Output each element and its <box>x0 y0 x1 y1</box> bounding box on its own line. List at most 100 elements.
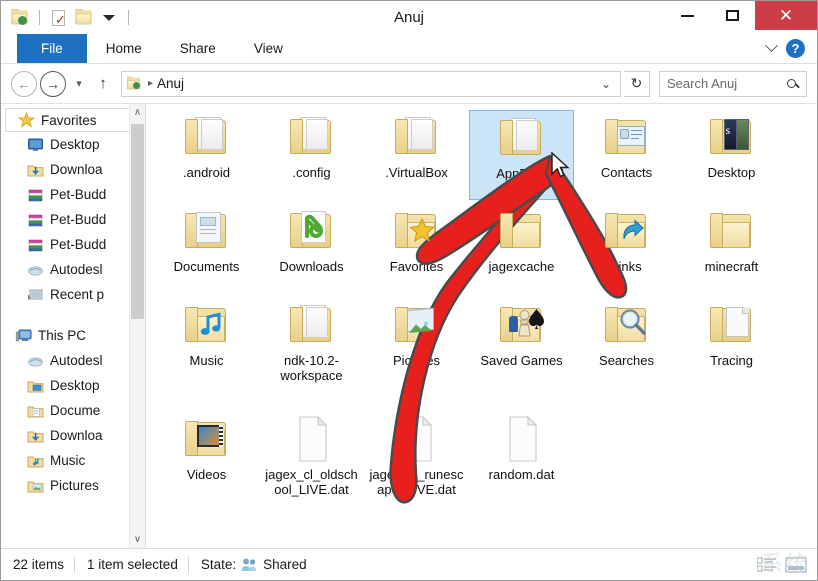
pictures-folder-icon <box>27 478 44 494</box>
file-item-label: jagex_cl_runescape_LIVE.dat <box>369 467 464 497</box>
file-item-config[interactable]: .config <box>259 110 364 200</box>
sidebar-item-downloads-pc[interactable]: Downloa <box>1 423 145 448</box>
file-item-jagex-oldschool-dat[interactable]: jagex_cl_oldschool_LIVE.dat <box>259 412 364 522</box>
sidebar-item-music[interactable]: Music <box>1 448 145 473</box>
file-item-favorites[interactable]: Favorites <box>364 204 469 294</box>
details-view-icon[interactable] <box>756 556 777 573</box>
file-item-jagexcache[interactable]: jagexcache <box>469 204 574 294</box>
breadcrumb[interactable]: ▸ Anuj ⌄ <box>121 70 621 97</box>
explorer-window: ✓ Anuj ✕ File Home Share View ? ← → ▾ ↑ … <box>0 0 818 581</box>
status-state-value: Shared <box>263 557 307 572</box>
sidebar-item-recent-places[interactable]: Recent p <box>1 282 145 307</box>
sidebar-section-this-pc[interactable]: This PC <box>1 323 145 348</box>
file-item-downloads[interactable]: Downloads <box>259 204 364 294</box>
folder-documents-icon <box>183 208 231 254</box>
close-button[interactable]: ✕ <box>755 1 817 30</box>
new-folder-properties-icon[interactable]: ✓ <box>48 7 70 29</box>
file-item-label: Downloads <box>279 259 344 274</box>
sidebar-label: Docume <box>50 403 101 418</box>
file-item-minecraft[interactable]: minecraft <box>679 204 784 294</box>
sidebar-label: Downloa <box>50 162 103 177</box>
status-item-count: 22 items <box>13 557 65 572</box>
sidebar-item-desktop[interactable]: Desktop <box>1 132 145 157</box>
sidebar-item-pictures[interactable]: Pictures <box>1 473 145 498</box>
customize-dropdown-icon[interactable] <box>98 7 120 29</box>
folder-open-documents-icon <box>393 114 441 160</box>
file-item-random-dat[interactable]: random.dat <box>469 412 574 522</box>
file-item-pictures[interactable]: Pictures <box>364 298 469 408</box>
sidebar-label: Music <box>50 453 86 468</box>
breadcrumb-item-anuj[interactable]: Anuj <box>157 76 184 91</box>
file-item-label: Videos <box>186 467 227 482</box>
maximize-button[interactable] <box>710 1 755 30</box>
file-item-searches[interactable]: Searches <box>574 298 679 408</box>
forward-button[interactable]: → <box>40 70 66 97</box>
file-item-tracing[interactable]: Tracing <box>679 298 784 408</box>
folder-saved-games-icon <box>498 302 546 348</box>
sidebar-item-autodesk-1[interactable]: Autodesl <box>1 257 145 282</box>
file-item-videos[interactable]: Videos <box>154 412 259 522</box>
tab-home[interactable]: Home <box>87 34 161 63</box>
up-button[interactable]: ↑ <box>92 71 114 97</box>
folder-music-icon <box>183 302 231 348</box>
ribbon-tabs: File Home Share View ? <box>1 34 817 64</box>
tab-file[interactable]: File <box>17 34 87 63</box>
documents-folder-icon <box>27 403 44 419</box>
search-icon <box>787 79 796 88</box>
file-item-appdata[interactable]: AppData <box>469 110 574 200</box>
folder-open-documents-icon <box>288 114 336 160</box>
folder-plain-icon <box>708 208 756 254</box>
scroll-down-icon[interactable]: ∨ <box>130 531 145 548</box>
sidebar-section-favorites[interactable]: Favorites <box>5 108 139 132</box>
file-item-jagex-runescape-dat[interactable]: jagex_cl_runescape_LIVE.dat <box>364 412 469 522</box>
file-item-label: jagex_cl_oldschool_LIVE.dat <box>265 467 358 497</box>
close-icon: ✕ <box>778 6 794 25</box>
file-item-label: Contacts <box>600 165 653 180</box>
sidebar-scrollbar[interactable]: ∧ ∨ <box>129 104 145 548</box>
large-icons-view-icon[interactable] <box>785 556 807 573</box>
breadcrumb-separator: ▸ <box>148 78 154 89</box>
file-item-documents[interactable]: Documents <box>154 204 259 294</box>
sidebar-item-pet-buddy-2[interactable]: Pet-Budd <box>1 207 145 232</box>
sidebar-item-desktop-pc[interactable]: Desktop <box>1 373 145 398</box>
file-item-desktop[interactable]: s Desktop <box>679 110 784 200</box>
breadcrumb-dropdown-icon[interactable]: ⌄ <box>596 77 616 91</box>
this-pc-icon <box>15 328 32 344</box>
downloads-folder-icon <box>27 428 44 444</box>
sidebar-item-pet-buddy-1[interactable]: Pet-Budd <box>1 182 145 207</box>
tab-view[interactable]: View <box>235 34 302 63</box>
scrollbar-thumb[interactable] <box>131 124 144 319</box>
new-folder-icon[interactable] <box>73 7 95 29</box>
file-item-ndk-workspace[interactable]: ndk-10.2-workspace <box>259 298 364 408</box>
breadcrumb-tail: ⌄ <box>596 77 616 91</box>
refresh-button[interactable]: ↻ <box>624 70 650 97</box>
file-item-label: Searches <box>599 353 654 368</box>
user-folder-icon[interactable] <box>9 7 31 29</box>
sidebar-label: Desktop <box>50 378 100 393</box>
file-list-pane[interactable]: .android .config .VirtualBox AppData Con… <box>146 104 817 548</box>
file-item-android[interactable]: .android <box>154 110 259 200</box>
sidebar-item-pet-buddy-3[interactable]: Pet-Budd <box>1 232 145 257</box>
search-input[interactable]: Search Anuj <box>659 70 807 97</box>
sidebar-item-documents[interactable]: Docume <box>1 398 145 423</box>
tab-share[interactable]: Share <box>161 34 235 63</box>
folder-videos-icon <box>183 416 231 462</box>
file-item-contacts[interactable]: Contacts <box>574 110 679 200</box>
help-icon[interactable]: ? <box>786 39 805 58</box>
file-item-music[interactable]: Music <box>154 298 259 408</box>
back-button[interactable]: ← <box>11 70 37 97</box>
file-item-links[interactable]: Links <box>574 204 679 294</box>
file-item-virtualbox[interactable]: .VirtualBox <box>364 110 469 200</box>
file-item-saved-games[interactable]: Saved Games <box>469 298 574 408</box>
file-item-label: random.dat <box>488 467 555 482</box>
sidebar-item-downloads[interactable]: Downloa <box>1 157 145 182</box>
minimize-button[interactable] <box>665 1 710 30</box>
folder-desktop-icon: s <box>708 114 756 160</box>
file-item-label: Pictures <box>393 353 440 368</box>
sidebar-item-autodesk-2[interactable]: Autodesl <box>1 348 145 373</box>
chevron-down-icon[interactable] <box>765 39 778 53</box>
scroll-up-icon[interactable]: ∧ <box>130 104 145 121</box>
title-bar: ✓ Anuj ✕ <box>1 1 817 34</box>
recent-locations-button[interactable]: ▾ <box>69 71 89 97</box>
desktop-folder-icon <box>27 378 44 394</box>
